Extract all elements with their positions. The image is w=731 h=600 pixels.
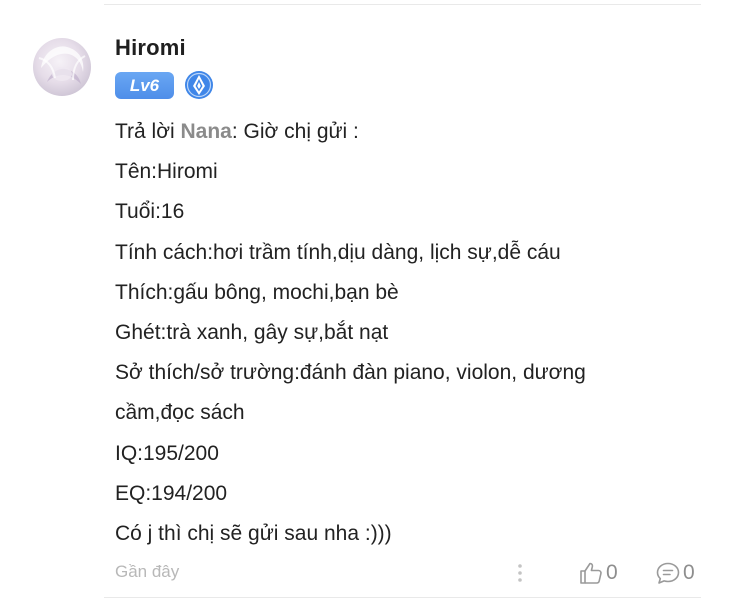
author-name[interactable]: Hiromi (115, 35, 186, 61)
level-badge: Lv6 (115, 72, 174, 99)
blue-rank-emblem-icon (185, 71, 213, 99)
comment-body: Trả lời Nana: Giờ chị gửi : Tên:Hiromi T… (115, 112, 705, 554)
comment-line: cầm,đọc sách (115, 401, 245, 425)
comment-line: Tên:Hiromi (115, 160, 218, 184)
mention-link[interactable]: Nana (181, 120, 232, 143)
reply-suffix: : Giờ chị gửi : (231, 120, 359, 143)
thumbs-up-icon (580, 562, 602, 584)
comment-line: Có j thì chị sẽ gửi sau nha :))) (115, 521, 392, 545)
comment-line: IQ:195/200 (115, 441, 219, 465)
speech-bubble-icon (656, 562, 680, 584)
top-divider (104, 4, 701, 5)
comment-timestamp: Gần đây (115, 562, 180, 581)
reply-prefix: Trả lời (115, 120, 181, 143)
comment-line: Thích:gấu bông, mochi,bạn bè (115, 280, 399, 304)
vertical-dots-icon[interactable] (512, 561, 528, 585)
reply-count: 0 (683, 561, 695, 584)
comment-line: Tính cách:hơi trầm tính,dịu dàng, lịch s… (115, 240, 561, 264)
like-count: 0 (606, 561, 618, 584)
comment-line: Tuổi:16 (115, 200, 185, 224)
like-button[interactable]: 0 (578, 558, 618, 588)
reply-button[interactable]: 0 (655, 558, 695, 588)
avatar-image (38, 46, 86, 84)
bottom-divider (104, 597, 701, 598)
reply-line: Trả lời Nana: Giờ chị gửi : (115, 112, 705, 152)
avatar[interactable] (33, 38, 91, 96)
comment-line: EQ:194/200 (115, 481, 228, 505)
comment-line: Sở thích/sở trường:đánh đàn piano, violo… (115, 361, 586, 385)
comment-line: Ghét:trà xanh, gây sự,bắt nạt (115, 320, 389, 344)
